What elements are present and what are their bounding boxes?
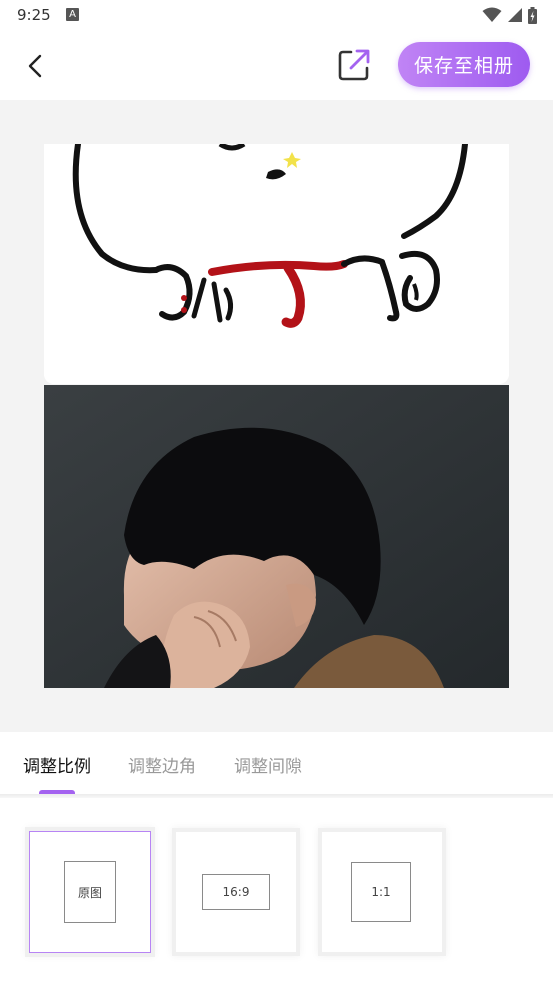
share-external-icon [338,49,370,81]
cartoon-sticker-image [44,144,509,384]
save-to-album-button[interactable]: 保存至相册 [398,42,530,87]
share-button[interactable] [336,47,372,83]
battery-icon [528,6,537,24]
ratio-16-9-frame: 16:9 [202,874,270,910]
notification-a-icon: A [66,8,79,21]
ratio-option-1-1[interactable]: 1:1 [322,832,442,952]
tab-adjust-ratio[interactable]: 调整比例 [23,752,91,777]
collage-preview [0,100,553,732]
back-button[interactable] [20,48,52,82]
collage-image-top[interactable] [44,144,509,384]
ratio-option-label: 原图 [77,885,102,900]
tab-adjust-corners[interactable]: 调整边角 [128,752,196,777]
status-bar: 9:25 A [0,0,553,32]
ratio-options: 原图 16:9 1:1 [0,798,553,984]
ratio-option-16-9[interactable]: 16:9 [176,832,296,952]
status-time: 9:25 [17,6,51,24]
tab-adjust-spacing[interactable]: 调整间隙 [234,752,302,777]
status-icons [482,6,537,24]
ratio-1-1-frame: 1:1 [351,862,411,922]
ratio-option-label: 1:1 [371,885,391,899]
collage-image-bottom[interactable] [44,385,509,688]
wifi-icon [482,7,502,22]
adjust-tabs: 调整比例 调整边角 调整间隙 [0,732,553,795]
chevron-left-icon [28,54,42,78]
ratio-option-original[interactable]: 原图 [30,832,150,952]
ratio-option-label: 16:9 [222,885,250,899]
header-bar: 保存至相册 [0,32,553,100]
signal-icon [508,8,522,22]
ratio-original-frame: 原图 [64,861,116,923]
portrait-photo-image [44,385,509,688]
